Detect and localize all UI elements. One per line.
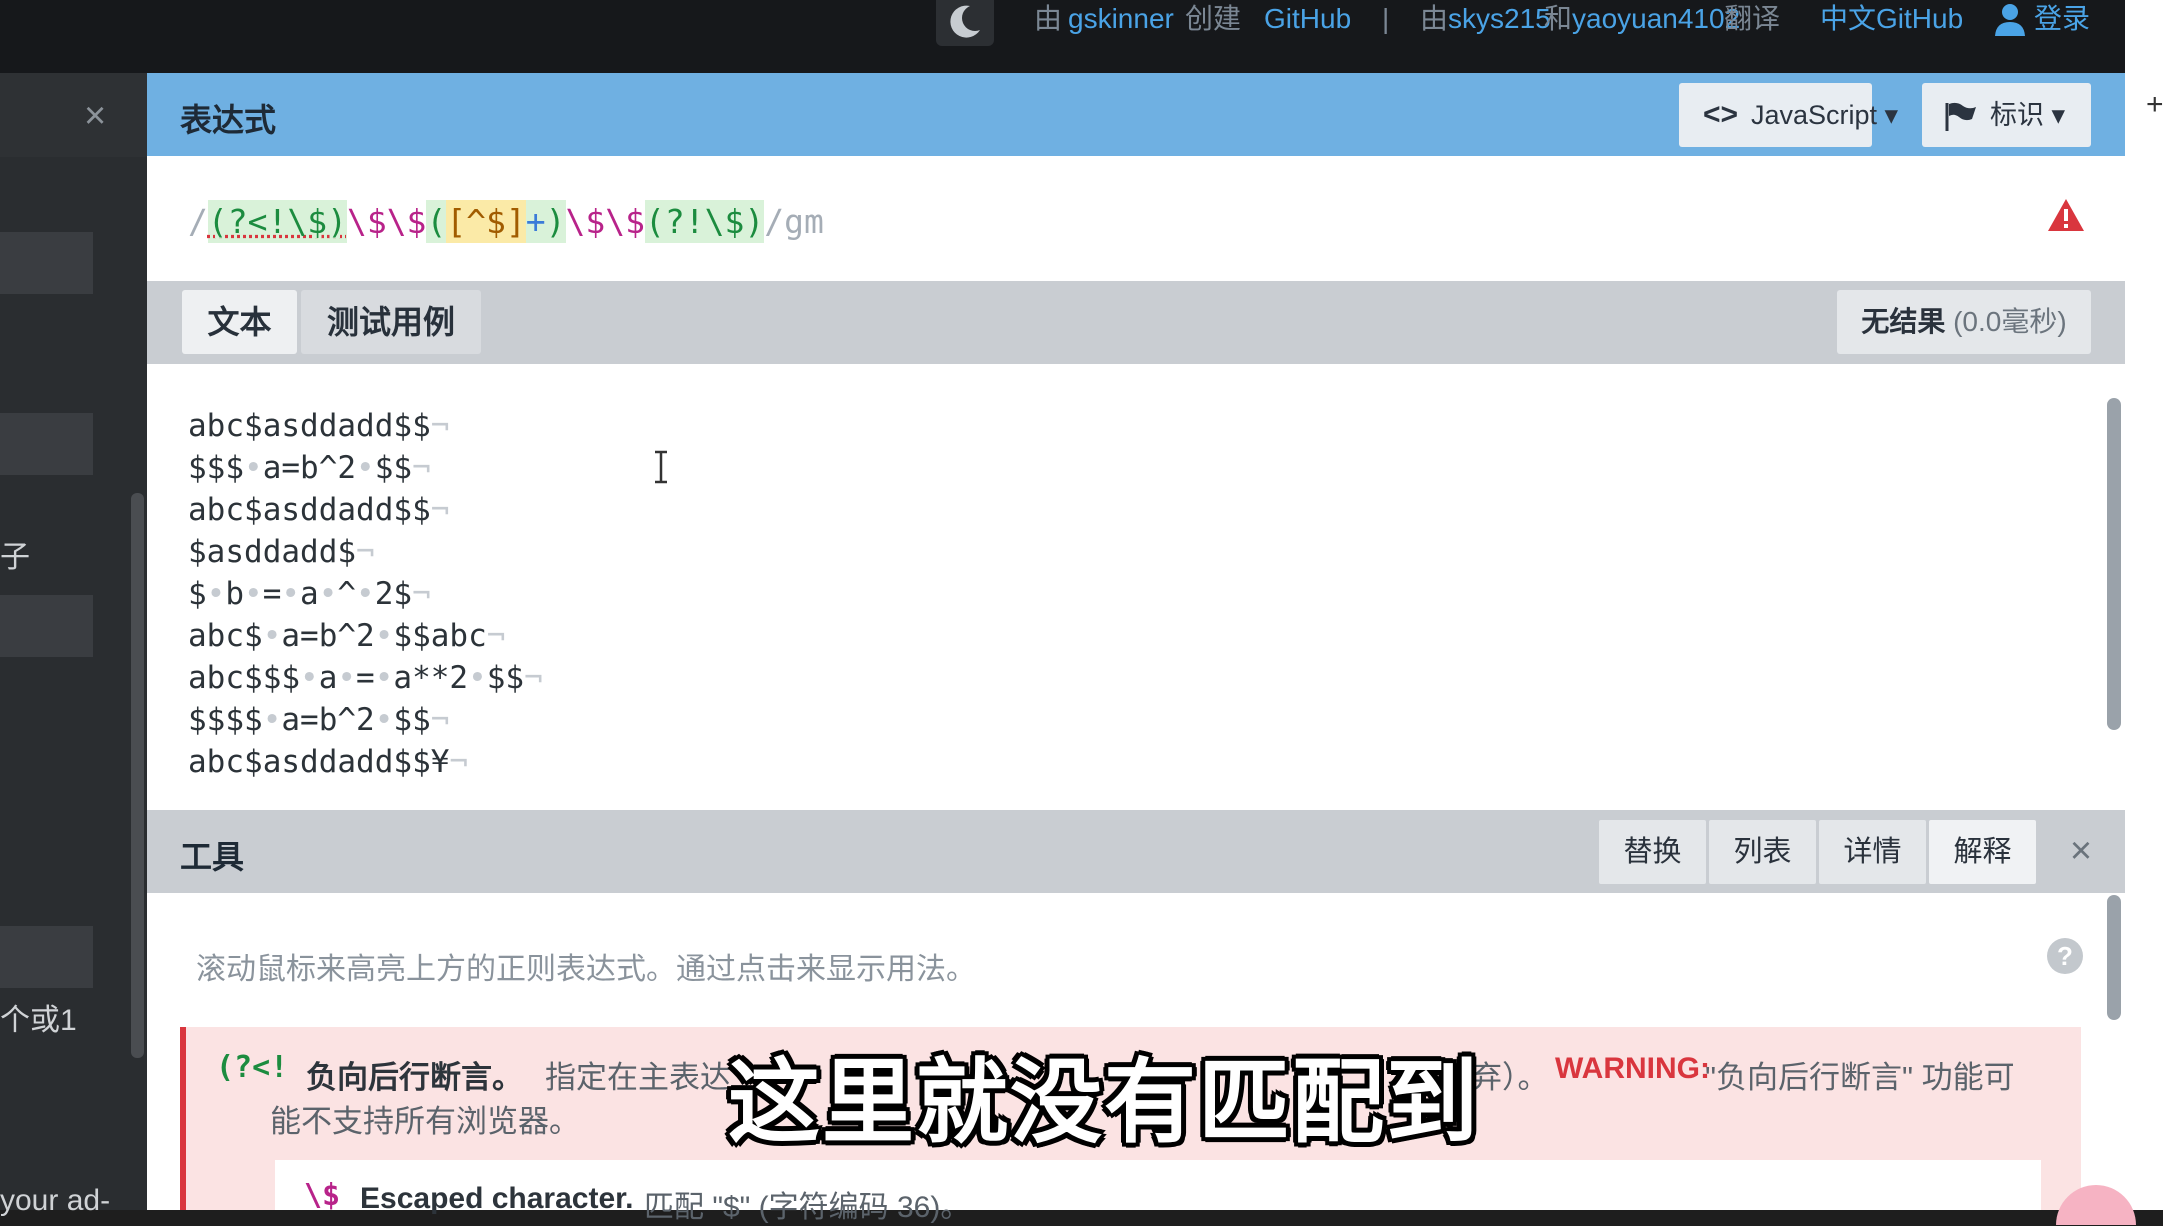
tool-explain-button[interactable]: 解释 (1929, 820, 2036, 884)
sidebar-item[interactable] (0, 232, 93, 294)
warning-icon[interactable] (2046, 197, 2086, 233)
translated-and: 和 (1544, 3, 1573, 34)
sidebar-text-fragment: 个或1 (0, 1004, 77, 1037)
login-link[interactable]: 登录 (2034, 0, 2090, 40)
sidebar-item[interactable] (0, 926, 93, 988)
user-icon[interactable] (1992, 2, 2028, 36)
text-scrollbar-thumb[interactable] (2107, 398, 2121, 730)
regex-charset[interactable]: [^$] (446, 200, 526, 243)
regex-escapes[interactable]: \$\$ (347, 200, 426, 243)
tool-list-button[interactable]: 列表 (1709, 820, 1816, 884)
plus-icon[interactable]: + (2146, 88, 2163, 122)
cn-github-link[interactable]: 中文GitHub (1820, 0, 1963, 40)
moon-icon (950, 5, 980, 38)
text-line[interactable]: $$$$•a=b^2•$$¬ (188, 699, 449, 741)
text-line[interactable]: abc$asddadd$$¬ (188, 489, 449, 531)
sidebar-text-fragment: your ad- (0, 1184, 111, 1217)
regex-open-delimiter: / (188, 202, 208, 241)
sidebar-scrollbar-thumb[interactable] (131, 493, 144, 1058)
sidebar-close-icon[interactable]: × (84, 95, 106, 138)
explain-warning-line2: 能不支持所有浏览器。 (270, 1104, 580, 1139)
right-edge-panel (2125, 0, 2163, 1210)
text-line[interactable]: abc$•a=b^2•$$abc¬ (188, 615, 505, 657)
regex-lookbehind[interactable]: (?<!\$) (207, 200, 347, 243)
explain-sub-title: Escaped character. (360, 1182, 634, 1215)
sidebar-header (0, 73, 147, 157)
explain-warning-label: WARNING: (1555, 1052, 1710, 1085)
match-result-badge: 无结果 (0.0毫秒) (1837, 290, 2091, 354)
explain-title: 负向后行断言。 (306, 1060, 523, 1095)
explain-sub-description: 匹配 "$" (字符编码 36)。 (644, 1191, 971, 1224)
tools-hint: 滚动鼠标来高亮上方的正则表达式。通过点击来显示用法。 (196, 953, 976, 986)
tool-replace-button[interactable]: 替换 (1599, 820, 1706, 884)
text-line[interactable]: abc$asddadd$$¬ (188, 405, 449, 447)
regex-lookahead[interactable]: (?!\$) (645, 200, 765, 243)
creator-link[interactable]: gskinner (1068, 0, 1174, 40)
result-label: 无结果 (1861, 306, 1946, 337)
created-by-prefix: 由 (1034, 3, 1063, 34)
explain-sub-code: \$ (304, 1178, 341, 1213)
explain-description: 指定在主表达 (545, 1060, 731, 1095)
regex-escapes[interactable]: \$\$ (566, 200, 645, 243)
translator-link-2[interactable]: yaoyuan4102 (1572, 0, 1740, 40)
sidebar-text-fragment: 子 (0, 541, 30, 574)
text-line[interactable]: abc$$$•a•=•a**2•$$¬ (188, 657, 543, 699)
code-brackets-icon: <> (1703, 98, 1739, 131)
regex-expression[interactable]: /(?<!\$)\$\$([^$]+)\$\$(?!\$)/gm (188, 197, 824, 247)
regex-group-open[interactable]: ( (426, 200, 447, 243)
text-line[interactable]: $$$•a=b^2•$$¬ (188, 447, 431, 489)
text-line[interactable]: $•b•=•a•^•2$¬ (188, 573, 431, 615)
text-line[interactable]: abc$asddadd$$¥¬ (188, 741, 468, 783)
expression-title: 表达式 (180, 102, 277, 138)
tab-tests[interactable]: 测试用例 (301, 290, 481, 354)
text-cursor-icon (651, 450, 671, 484)
help-icon[interactable]: ? (2047, 938, 2083, 974)
flags-button-label: 标识 ▾ (1990, 100, 2066, 130)
flag-icon (1945, 102, 1976, 131)
translated-by-prefix: 由 (1420, 3, 1449, 34)
explain-code: (?<! (216, 1050, 289, 1085)
result-time: (0.0毫秒) (1953, 306, 2067, 337)
translator-link-1[interactable]: skys215 (1448, 0, 1551, 40)
sidebar-item[interactable] (0, 595, 93, 657)
github-link[interactable]: GitHub (1264, 0, 1351, 40)
tab-text[interactable]: 文本 (182, 290, 297, 354)
regex-flags[interactable]: /gm (764, 200, 824, 243)
tools-title: 工具 (180, 839, 245, 875)
explain-warning-text: "负向后行断言" 功能可 (1705, 1060, 2015, 1095)
sidebar-item[interactable] (0, 413, 93, 475)
regex-quantifier[interactable]: + (525, 200, 546, 243)
tools-scrollbar-thumb[interactable] (2107, 895, 2121, 1020)
theme-toggle-button[interactable] (936, 0, 994, 46)
translated-suffix: 翻译 (1724, 3, 1781, 34)
flavor-button[interactable]: <> JavaScript ▾ (1679, 83, 1898, 147)
regex-group-close[interactable]: ) (545, 200, 566, 243)
explain-description-tail: 弃）。 (1471, 1060, 1549, 1095)
video-subtitle: 这里就没有匹配到 (728, 1052, 1481, 1154)
created-suffix: 创建 (1185, 3, 1242, 34)
topbar-separator: | (1382, 3, 1390, 34)
top-bar (0, 0, 2125, 73)
text-line[interactable]: $asddadd$¬ (188, 531, 375, 573)
tool-details-button[interactable]: 详情 (1819, 820, 1926, 884)
tools-close-icon[interactable]: × (2062, 826, 2100, 876)
flavor-button-label: JavaScript ▾ (1751, 100, 1899, 130)
flags-button[interactable]: 标识 ▾ (1922, 83, 2091, 147)
